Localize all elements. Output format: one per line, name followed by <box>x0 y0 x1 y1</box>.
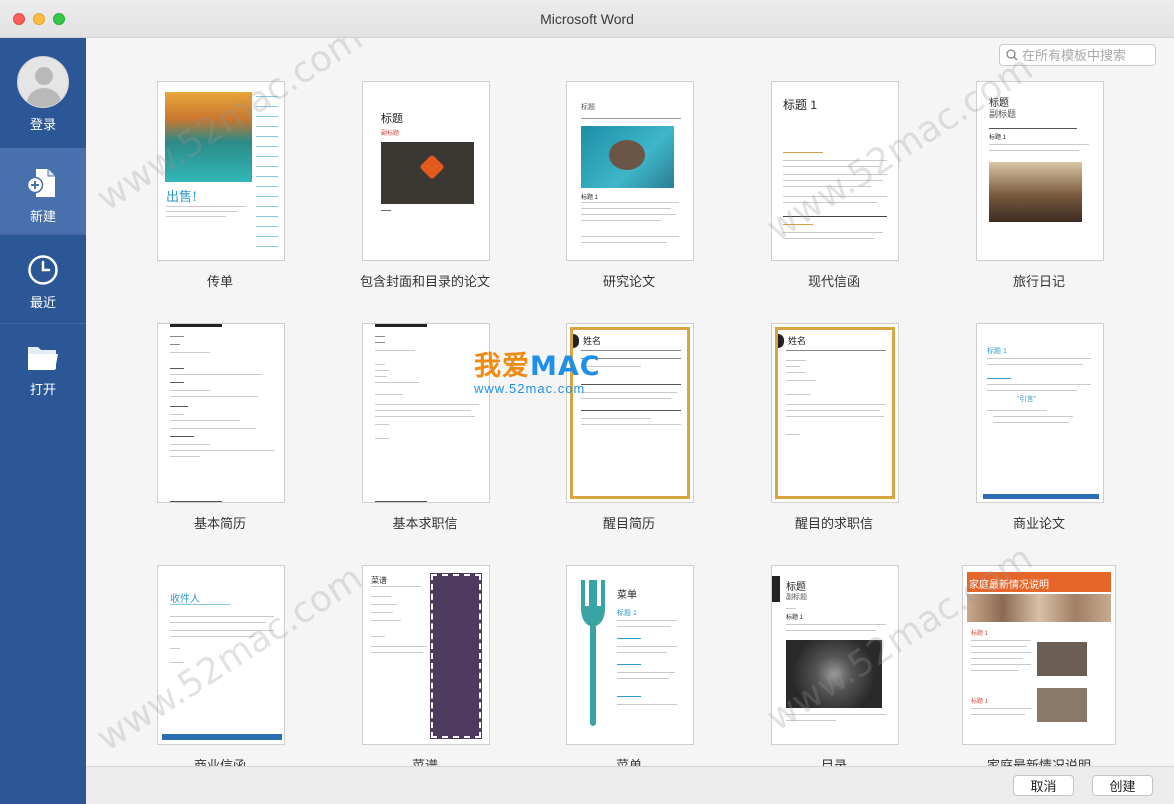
template-label: 研究论文 <box>602 274 655 289</box>
template-thumbnail: 标题 副标题 标题 1 <box>976 81 1104 261</box>
template-tile-paper-with-cover[interactable]: 标题 副标题 包含封面和目录的论文 <box>335 81 515 291</box>
template-label: 醒目简历 <box>602 516 655 531</box>
template-tile-basic-cover-letter[interactable]: 基本求职信 <box>335 323 515 533</box>
template-thumbnail: 菜谱 <box>362 565 490 745</box>
canyon-photo <box>989 162 1082 222</box>
sidebar-item-label: 登录 <box>29 117 56 132</box>
photo-mother-child <box>1037 642 1087 676</box>
template-tile-travel-journal[interactable]: 标题 副标题 标题 1 旅行日记 <box>949 81 1129 291</box>
template-label: 商业论文 <box>1012 516 1065 531</box>
template-tile-bold-resume[interactable]: 姓名 醒目简历 <box>539 323 719 533</box>
clock-icon <box>28 255 58 285</box>
template-thumbnail: 出售! <box>157 81 285 261</box>
recipe-panel <box>430 573 482 739</box>
sidebar-divider <box>0 323 86 324</box>
sidebar: 登录 新建 最近 打开 <box>0 38 86 804</box>
template-tile-research-paper[interactable]: 标题 标题 1 研究论文 <box>539 81 719 291</box>
new-document-icon <box>26 169 55 197</box>
template-label: 基本简历 <box>193 516 246 531</box>
template-label: 目录 <box>820 758 847 766</box>
template-thumbnail <box>362 323 490 503</box>
template-label: 包含封面和目录的论文 <box>359 274 490 289</box>
template-thumbnail: 标题 1 "引言" <box>976 323 1104 503</box>
search-icon <box>1006 49 1018 61</box>
cancel-button[interactable]: 取消 <box>1013 775 1074 796</box>
template-label: 基本求职信 <box>392 516 458 531</box>
fork-icon <box>581 580 605 726</box>
template-tile-catalog[interactable]: 标题 副标题 标题 1 目录 <box>744 565 924 766</box>
template-tile-flyer[interactable]: 出售! 传单 <box>130 81 310 291</box>
template-thumbnail: 菜单 标题 1 <box>566 565 694 745</box>
template-tile-modern-letter[interactable]: 标题 1 现代信函 <box>744 81 924 291</box>
leaf-photo <box>381 142 474 204</box>
sidebar-item-label: 新建 <box>29 209 56 224</box>
sidebar-item-new[interactable]: 新建 <box>0 148 86 234</box>
template-label: 家庭最新情况说明 <box>986 758 1091 766</box>
create-button[interactable]: 创建 <box>1092 775 1153 796</box>
window-title: Microsoft Word <box>540 11 634 27</box>
user-avatar-icon <box>17 56 69 108</box>
photo-graduates <box>1037 688 1087 722</box>
template-label: 传单 <box>206 274 233 289</box>
template-tile-menu[interactable]: 菜单 标题 1 菜单 <box>539 565 719 766</box>
template-thumbnail: 标题 副标题 标题 1 <box>771 565 899 745</box>
template-thumbnail: 姓名 <box>566 323 694 503</box>
folder-icon <box>28 347 58 370</box>
sidebar-divider <box>0 234 86 235</box>
search-input[interactable] <box>1022 47 1147 63</box>
sidebar-item-open[interactable]: 打开 <box>0 325 86 411</box>
template-label: 商业信函 <box>193 758 246 766</box>
sidebar-item-login[interactable]: 登录 <box>0 56 86 146</box>
template-thumbnail: 家庭最新情况说明 标题 1 标题 1 <box>962 565 1116 745</box>
template-thumbnail <box>157 323 285 503</box>
footer-bar: 取消 创建 <box>86 766 1174 804</box>
template-tile-business-report[interactable]: 标题 1 "引言" 商业论文 <box>949 323 1129 533</box>
template-label: 菜谱 <box>411 758 438 766</box>
sidebar-item-label: 打开 <box>29 382 56 397</box>
gears-photo <box>786 640 882 708</box>
sidebar-item-label: 最近 <box>29 295 56 310</box>
template-label: 旅行日记 <box>1012 274 1065 289</box>
template-tile-bold-cover-letter[interactable]: 姓名 醒目的求职信 <box>744 323 924 533</box>
template-tile-business-letter[interactable]: 收件人 商业信函 <box>130 565 310 766</box>
lake-photo <box>165 92 252 182</box>
family-photo-strip <box>967 594 1111 622</box>
template-tile-recipe[interactable]: 菜谱 菜谱 <box>335 565 515 766</box>
template-label: 菜单 <box>615 758 642 766</box>
template-thumbnail: 标题 1 <box>771 81 899 261</box>
gold-frame <box>775 327 895 499</box>
gold-frame <box>570 327 690 499</box>
template-thumbnail: 收件人 <box>157 565 285 745</box>
template-thumbnail: 标题 标题 1 <box>566 81 694 261</box>
template-label: 醒目的求职信 <box>794 516 873 531</box>
template-gallery: 出售! 传单 标题 副标题 <box>86 38 1174 766</box>
template-thumbnail: 姓名 <box>771 323 899 503</box>
search-box[interactable] <box>999 44 1156 66</box>
template-tile-basic-resume[interactable]: 基本简历 <box>130 323 310 533</box>
title-bar: Microsoft Word <box>0 0 1174 38</box>
template-tile-family-newsletter[interactable]: 家庭最新情况说明 标题 1 标题 1 家庭最新情况说明 <box>949 565 1129 766</box>
template-thumbnail: 标题 副标题 <box>362 81 490 261</box>
template-label: 现代信函 <box>807 274 860 289</box>
otter-photo <box>581 126 674 188</box>
sidebar-item-recent[interactable]: 最近 <box>0 236 86 322</box>
